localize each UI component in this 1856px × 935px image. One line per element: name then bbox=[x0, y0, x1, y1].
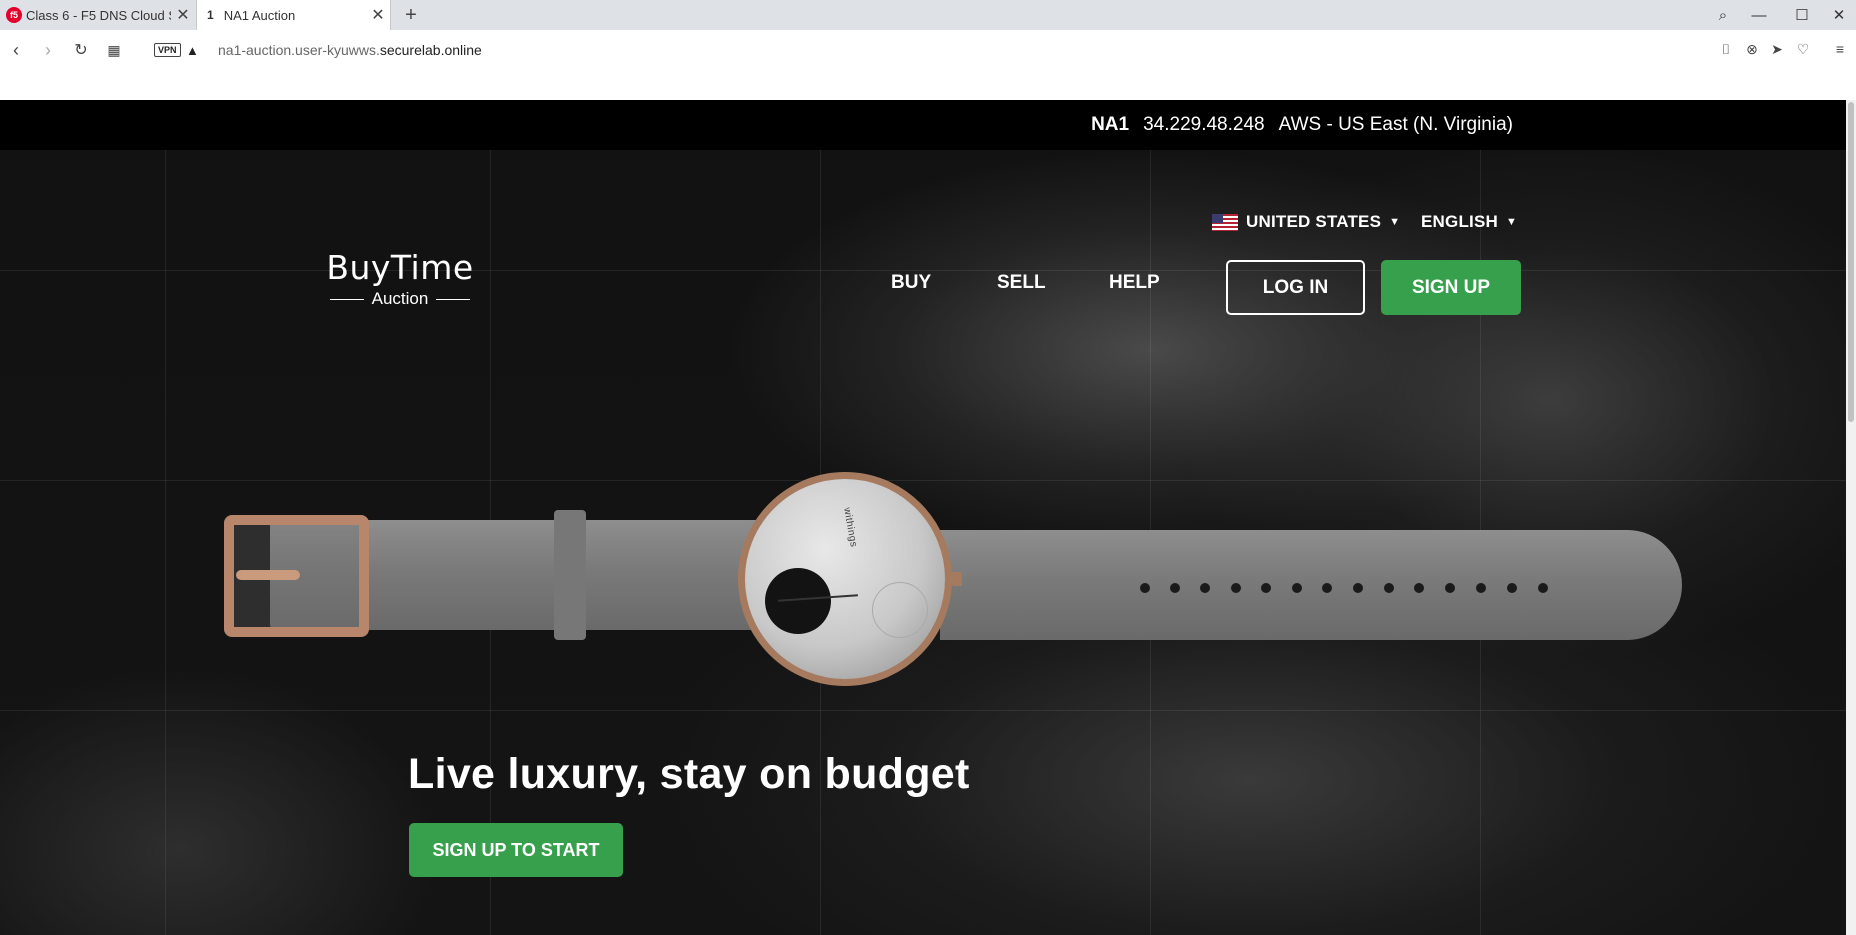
close-window-icon[interactable]: ✕ bbox=[1822, 0, 1856, 30]
strap-hole bbox=[1261, 583, 1271, 593]
strap-hole bbox=[1414, 583, 1424, 593]
caret-down-icon: ▼ bbox=[1389, 216, 1401, 228]
country-label: UNITED STATES bbox=[1246, 212, 1382, 231]
tab-title: NA1 Auction bbox=[223, 7, 296, 23]
url-field[interactable]: na1-auction.user-kyuwws.securelab.online bbox=[218, 42, 482, 58]
close-icon[interactable]: ✕ bbox=[171, 5, 195, 25]
nav-help-link[interactable]: HELP bbox=[1109, 272, 1160, 294]
search-icon[interactable]: ⌕ bbox=[1706, 0, 1740, 30]
server-info-bar: NA1 34.229.48.248 AWS - US East (N. Virg… bbox=[0, 100, 1856, 150]
logo-sub-text: Auction bbox=[320, 289, 480, 309]
strap-hole bbox=[1507, 583, 1517, 593]
signup-button[interactable]: SIGN UP bbox=[1381, 260, 1521, 315]
strap-hole bbox=[1292, 583, 1302, 593]
forward-icon[interactable]: › bbox=[34, 36, 62, 64]
strap-hole bbox=[1170, 583, 1180, 593]
strap-hole bbox=[1476, 583, 1486, 593]
language-label: ENGLISH bbox=[1421, 212, 1498, 231]
strap-hole bbox=[1384, 583, 1394, 593]
site-logo[interactable]: BuyTime Auction bbox=[320, 248, 480, 309]
strap-hole bbox=[1200, 583, 1210, 593]
strap-hole bbox=[1231, 583, 1241, 593]
back-icon[interactable]: ‹ bbox=[2, 36, 30, 64]
watch-case bbox=[738, 472, 952, 686]
adblock-icon[interactable]: ⊗ bbox=[1741, 38, 1763, 60]
menu-icon[interactable]: ≡ bbox=[1829, 38, 1851, 60]
tabs-grid-icon[interactable]: ▦ bbox=[100, 36, 128, 64]
language-selector[interactable]: ENGLISH ▼ bbox=[1421, 212, 1517, 232]
map-gridline bbox=[0, 270, 1856, 271]
scrollbar-thumb[interactable] bbox=[1848, 102, 1854, 422]
minimize-icon[interactable]: — bbox=[1742, 0, 1776, 30]
address-bar: ‹ › ↻ ▦ VPN ▲ na1-auction.user-kyuwws.se… bbox=[0, 30, 1856, 70]
watch-crown bbox=[952, 572, 962, 586]
strap-hole bbox=[1322, 583, 1332, 593]
strap-hole bbox=[1140, 583, 1150, 593]
country-selector[interactable]: UNITED STATES ▼ bbox=[1212, 212, 1400, 232]
logo-main-text: BuyTime bbox=[326, 248, 474, 287]
reload-icon[interactable]: ↻ bbox=[67, 36, 95, 64]
caret-down-icon: ▼ bbox=[1505, 216, 1518, 228]
region-code: NA1 bbox=[1091, 114, 1130, 135]
vpn-badge[interactable]: VPN bbox=[154, 43, 181, 57]
browser-tab-class6[interactable]: f5 Class 6 - F5 DNS Cloud Ser ✕ bbox=[0, 0, 195, 30]
url-domain: securelab.online bbox=[379, 42, 482, 58]
f5-favicon-icon: f5 bbox=[6, 7, 22, 23]
new-tab-icon[interactable]: + bbox=[398, 2, 424, 28]
map-gridline bbox=[0, 710, 1856, 711]
watch-buckle-pin bbox=[236, 570, 300, 580]
tab-title: Class 6 - F5 DNS Cloud Ser bbox=[26, 7, 171, 23]
nav-sell-link[interactable]: SELL bbox=[997, 272, 1046, 294]
warning-icon[interactable]: ▲ bbox=[186, 43, 199, 58]
map-gridline bbox=[165, 150, 166, 935]
hero-tagline: Live luxury, stay on budget bbox=[408, 750, 970, 798]
heart-icon[interactable]: ♡ bbox=[1792, 38, 1814, 60]
server-location: AWS - US East (N. Virginia) bbox=[1278, 114, 1513, 135]
signup-to-start-button[interactable]: SIGN UP TO START bbox=[409, 823, 623, 877]
nav-buy-link[interactable]: BUY bbox=[891, 272, 931, 294]
map-gridline bbox=[0, 480, 1856, 481]
strap-hole bbox=[1445, 583, 1455, 593]
watch-activity-dial bbox=[872, 582, 928, 638]
send-icon[interactable]: ➤ bbox=[1766, 38, 1788, 60]
watch-strap-keeper bbox=[554, 510, 586, 640]
watch-subdial bbox=[765, 568, 831, 634]
strap-hole bbox=[1538, 583, 1548, 593]
watch-strap-right bbox=[940, 530, 1682, 640]
close-icon[interactable]: ✕ bbox=[366, 5, 390, 25]
url-prefix: na1-auction.user-kyuwws. bbox=[218, 42, 380, 58]
maximize-icon[interactable]: ☐ bbox=[1785, 0, 1819, 30]
hero-section: UNITED STATES ▼ ENGLISH ▼ BuyTime Auctio… bbox=[0, 150, 1856, 935]
tab-number: 1 bbox=[207, 8, 214, 22]
us-flag-icon bbox=[1212, 213, 1238, 231]
browser-tab-na1-auction[interactable]: 1 NA1 Auction ✕ bbox=[196, 0, 391, 30]
web-page: NA1 34.229.48.248 AWS - US East (N. Virg… bbox=[0, 100, 1856, 935]
camera-icon[interactable]: ⌷ bbox=[1715, 38, 1737, 60]
browser-tab-bar: f5 Class 6 - F5 DNS Cloud Ser ✕ 1 NA1 Au… bbox=[0, 0, 1856, 30]
server-ip: 34.229.48.248 bbox=[1143, 114, 1265, 135]
strap-hole bbox=[1353, 583, 1363, 593]
login-button[interactable]: LOG IN bbox=[1226, 260, 1365, 315]
